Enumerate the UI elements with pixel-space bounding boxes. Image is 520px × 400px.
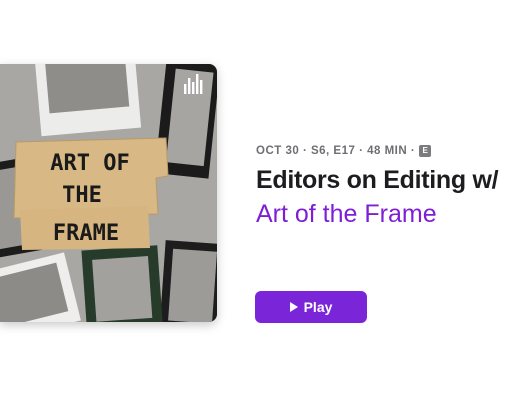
polaroid-frame [34, 64, 142, 137]
podcast-artwork[interactable]: ART OF THE FRAME [0, 64, 217, 322]
dark-frame [159, 240, 217, 322]
artwork-title-line1: ART OF [50, 151, 129, 176]
artwork-title-line2: THE [62, 183, 102, 208]
film-strip [81, 245, 163, 322]
play-button[interactable]: Play [255, 291, 367, 323]
episode-title[interactable]: Editors on Editing w/ [256, 163, 520, 197]
artwork-title-line3: FRAME [53, 221, 119, 246]
episode-title-container: Editors on Editing w/ [256, 163, 520, 197]
episode-meta-text: OCT 30 · S6, E17 · 48 MIN · [256, 145, 416, 157]
show-name-link[interactable]: Art of the Frame [256, 198, 437, 230]
play-icon [289, 302, 298, 312]
play-button-label: Play [303, 299, 333, 315]
episode-meta: OCT 30 · S6, E17 · 48 MIN · E [256, 145, 432, 157]
explicit-badge: E [419, 145, 432, 157]
